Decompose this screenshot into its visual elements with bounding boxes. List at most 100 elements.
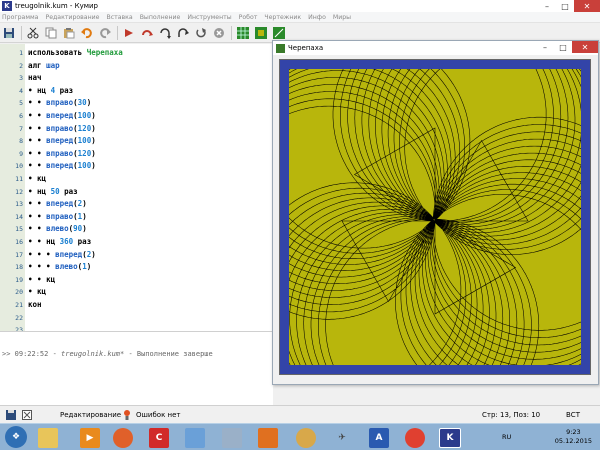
code-line[interactable]: • • вправо(120): [28, 124, 96, 133]
code-line[interactable]: • • вправо(1): [28, 212, 87, 221]
cut-icon[interactable]: [26, 26, 40, 40]
code-editor[interactable]: 1234567891011121314151617181920212223 ис…: [0, 44, 273, 334]
turtle-window-icon[interactable]: [254, 26, 268, 40]
menu-worlds[interactable]: Миры: [333, 14, 351, 21]
file-explorer-icon[interactable]: [38, 428, 58, 448]
code-line[interactable]: • кц: [28, 287, 46, 296]
code-line[interactable]: • кц: [28, 174, 46, 183]
code-token: вправо: [46, 211, 74, 221]
step-icon[interactable]: [140, 26, 154, 40]
code-line[interactable]: • • вперед(100): [28, 136, 96, 145]
save-icon[interactable]: [2, 26, 16, 40]
line-number-gutter: 1234567891011121314151617181920212223: [0, 44, 25, 334]
system-clock[interactable]: 9:23 05.12.2015: [555, 428, 592, 446]
code-line[interactable]: алг шар: [28, 61, 60, 70]
menu-insert[interactable]: Вставка: [106, 14, 132, 21]
line-number: 8: [19, 137, 23, 146]
code-token: 30: [77, 98, 87, 108]
code-line[interactable]: • • нц 360 раз: [28, 237, 91, 246]
close-icon[interactable]: ✕: [574, 0, 600, 12]
code-token: • •: [28, 211, 47, 221]
code-line[interactable]: • • вперед(100): [28, 161, 96, 170]
minimize-icon[interactable]: –: [538, 0, 556, 12]
butterfly-app-icon[interactable]: [258, 428, 278, 448]
code-line[interactable]: • • вперед(100): [28, 111, 96, 120]
code-token: • •: [28, 237, 47, 246]
step-out-icon[interactable]: [176, 26, 190, 40]
code-line[interactable]: • • вправо(120): [28, 149, 96, 158]
chrome-icon[interactable]: [405, 428, 425, 448]
code-token: • •: [28, 274, 47, 284]
app-c-icon[interactable]: C: [149, 428, 169, 448]
code-token: вперед: [46, 161, 74, 171]
start-button-icon[interactable]: ❖: [5, 426, 27, 448]
line-number: 13: [15, 200, 23, 209]
code-token: • • •: [28, 249, 56, 259]
stop-icon[interactable]: [212, 26, 226, 40]
input-language[interactable]: RU: [502, 433, 511, 441]
save-status-icon[interactable]: [6, 410, 16, 422]
line-number: 4: [19, 86, 23, 95]
code-token: • •: [28, 224, 47, 234]
calculator-icon[interactable]: [222, 428, 242, 448]
copy-icon[interactable]: [44, 26, 58, 40]
menu-run[interactable]: Выполнение: [140, 14, 181, 21]
maximize-icon[interactable]: □: [556, 0, 574, 12]
code-line[interactable]: использовать Черепаха: [28, 48, 123, 57]
code-line[interactable]: • • вперед(2): [28, 199, 87, 208]
line-number: 12: [15, 187, 23, 196]
code-token: нц: [37, 186, 51, 196]
code-line[interactable]: • • кц: [28, 275, 55, 284]
undo-icon[interactable]: [80, 26, 94, 40]
code-line[interactable]: • • влево(90): [28, 224, 87, 233]
paste-icon[interactable]: [62, 26, 76, 40]
menu-info[interactable]: Инфо: [308, 14, 326, 21]
paint-icon[interactable]: [185, 428, 205, 448]
turtle-minimize-icon[interactable]: –: [536, 41, 554, 53]
menu-robot[interactable]: Робот: [239, 14, 258, 21]
line-number: 15: [15, 225, 23, 234]
turtle-field-border: [279, 59, 591, 375]
line-number: 10: [15, 162, 23, 171]
menu-program[interactable]: Программа: [2, 14, 38, 21]
pizza-app-icon[interactable]: [296, 428, 316, 448]
code-token: ): [82, 199, 87, 209]
code-token: • •: [28, 98, 47, 108]
menu-drawer[interactable]: Чертежник: [264, 14, 301, 21]
code-line[interactable]: кон: [28, 300, 42, 309]
turtle-maximize-icon[interactable]: □: [554, 41, 572, 53]
step-in-icon[interactable]: [158, 26, 172, 40]
code-line[interactable]: • нц 50 раз: [28, 187, 78, 196]
code-token: раз: [55, 85, 74, 95]
jet-app-icon[interactable]: ✈: [332, 428, 352, 448]
code-token: вперед: [46, 199, 74, 209]
app-a-icon[interactable]: A: [369, 428, 389, 448]
kumir-taskbar-icon[interactable]: K: [439, 428, 461, 448]
window-title-bar: K treugolnik.kum - Кумир – □ ✕: [0, 0, 600, 12]
code-line[interactable]: • нц 4 раз: [28, 86, 73, 95]
turtle-window-title-bar: Черепаха – □ ✕: [273, 41, 598, 55]
code-line[interactable]: • • • влево(1): [28, 262, 91, 271]
code-token: вправо: [46, 148, 74, 158]
code-line[interactable]: нач: [28, 73, 42, 82]
draw-window-icon[interactable]: [272, 26, 286, 40]
message-line-faded: [2, 335, 6, 343]
menu-edit[interactable]: Редактирование: [45, 14, 99, 21]
redo-icon[interactable]: [98, 26, 112, 40]
code-token: влево: [46, 224, 69, 234]
media-player-icon[interactable]: ▶: [80, 428, 100, 448]
turtle-close-icon[interactable]: ✕: [572, 41, 598, 53]
firefox-icon[interactable]: [113, 428, 133, 448]
code-line[interactable]: • • вправо(30): [28, 98, 91, 107]
run-to-end-icon[interactable]: [194, 26, 208, 40]
turtle-window[interactable]: Черепаха – □ ✕: [272, 40, 599, 385]
run-icon[interactable]: [122, 26, 136, 40]
code-token: •: [28, 186, 38, 196]
menu-tools[interactable]: Инструменты: [187, 14, 231, 21]
clear-status-icon[interactable]: [22, 410, 32, 422]
turtle-path: [289, 69, 581, 365]
taskbar: ❖ ▶ C ✈ A K RU 9:23 05.12.2015: [0, 423, 600, 450]
code-token: кц: [37, 287, 47, 297]
code-line[interactable]: • • • вперед(2): [28, 250, 96, 259]
robot-window-icon[interactable]: [236, 26, 250, 40]
